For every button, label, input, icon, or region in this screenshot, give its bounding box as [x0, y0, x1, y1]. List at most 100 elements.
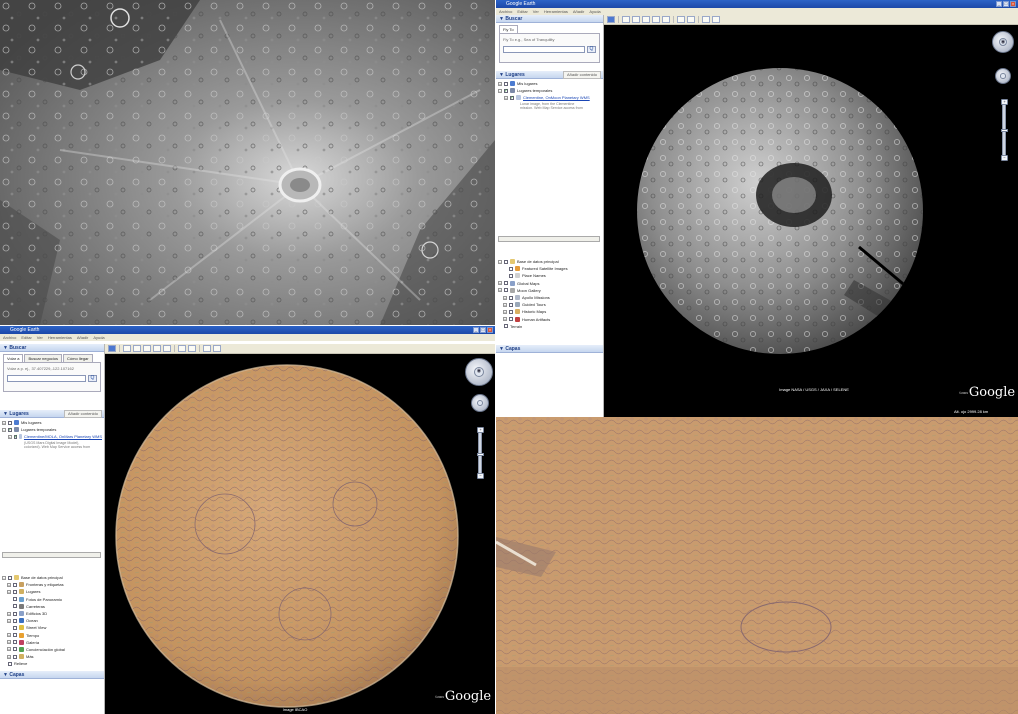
places-item[interactable]: − Lugares temporales	[2, 426, 102, 434]
layer-item[interactable]: + Fronteras y etiquetas	[2, 581, 103, 588]
checkbox[interactable]	[504, 281, 508, 286]
menu-anadir[interactable]: Añadir	[573, 8, 585, 15]
menu-archivo[interactable]: Archivo	[499, 8, 512, 15]
email-icon[interactable]	[203, 345, 211, 352]
checkbox[interactable]	[13, 589, 17, 594]
close-icon[interactable]: ×	[1010, 1, 1016, 7]
close-icon[interactable]: ×	[487, 327, 493, 333]
checkbox[interactable]	[509, 309, 513, 314]
sidebar-scrollbar[interactable]	[2, 552, 101, 558]
layer-item[interactable]: + Edificios 3D	[2, 610, 103, 617]
layer-item[interactable]: + Apollo Missions	[498, 294, 602, 301]
layer-item[interactable]: + Concienciación global	[2, 646, 103, 653]
expand-icon[interactable]: +	[7, 633, 11, 638]
zoom-slider[interactable]: + −	[477, 427, 484, 479]
placemark-icon[interactable]	[123, 345, 131, 352]
layer-item[interactable]: + Tiempo	[2, 632, 103, 639]
checkbox[interactable]	[13, 597, 17, 602]
checkbox[interactable]	[509, 273, 513, 278]
layer-item[interactable]: + Global Maps	[498, 280, 602, 287]
search-section-header[interactable]: ▼ Buscar	[0, 344, 104, 352]
expand-icon[interactable]: +	[7, 589, 11, 594]
wms-link[interactable]: Clementine, OnMoon Planetary WMS	[523, 94, 590, 101]
planet-icon[interactable]	[677, 16, 685, 23]
window-left-titlebar[interactable]: Google Earth _ □ ×	[0, 326, 495, 334]
ruler-icon[interactable]	[188, 345, 196, 352]
checkbox[interactable]	[509, 302, 513, 307]
search-section-header[interactable]: ▼ Buscar	[496, 15, 603, 23]
expand-icon[interactable]: +	[7, 647, 11, 652]
zoom-in-icon[interactable]: +	[477, 427, 484, 433]
layer-item[interactable]: Terrain	[498, 323, 602, 330]
places-item[interactable]: + Mis lugares	[498, 80, 601, 87]
menu-ver[interactable]: Ver	[533, 8, 539, 15]
layer-item[interactable]: + Guided Tours	[498, 301, 602, 308]
layers-section-header[interactable]: ▼ Capas	[0, 670, 104, 679]
checkbox[interactable]	[8, 420, 12, 425]
checkbox[interactable]	[13, 625, 17, 630]
checkbox[interactable]	[13, 647, 17, 652]
places-item[interactable]: + Clementine/MOLA, OnMars Planetary WMS	[2, 433, 102, 441]
checkbox[interactable]	[13, 434, 18, 441]
expand-icon[interactable]: +	[498, 81, 502, 86]
expand-icon[interactable]: +	[504, 95, 508, 100]
expand-icon[interactable]: +	[7, 654, 11, 659]
expand-icon[interactable]: +	[7, 582, 11, 587]
add-content-button[interactable]: Añadir contenido	[63, 410, 102, 418]
tab-volar-a[interactable]: Volar a	[3, 354, 24, 362]
places-section-header[interactable]: ▼ Lugares Añadir contenido	[496, 71, 603, 79]
checkbox[interactable]	[509, 266, 513, 271]
wms-link[interactable]: Clementine/MOLA, OnMars Planetary WMS	[24, 433, 102, 440]
checkbox[interactable]	[504, 259, 508, 264]
expand-icon[interactable]: +	[7, 640, 11, 645]
search-icon[interactable]: Q	[88, 375, 97, 382]
layer-item[interactable]: + Human Artifacts	[498, 316, 602, 323]
expand-icon[interactable]: +	[498, 288, 502, 293]
checkbox[interactable]	[8, 427, 12, 434]
expand-icon[interactable]: +	[498, 281, 502, 286]
menu-ayuda[interactable]: Ayuda	[93, 334, 104, 341]
zoom-slider-knob[interactable]	[477, 453, 484, 456]
path-icon[interactable]	[143, 345, 151, 352]
checkbox[interactable]	[509, 295, 513, 300]
expand-icon[interactable]: +	[503, 317, 507, 322]
places-section-header[interactable]: ▼ Lugares Añadir contenido	[0, 410, 104, 418]
layer-item[interactable]: − Base de datos principal	[498, 258, 602, 265]
layer-item[interactable]: − Base de datos principal	[2, 574, 103, 581]
checkbox[interactable]	[13, 611, 17, 616]
navigation-look-control[interactable]: ◉	[992, 31, 1014, 53]
overlay-icon[interactable]	[153, 345, 161, 352]
menu-ver[interactable]: Ver	[37, 334, 43, 341]
menu-archivo[interactable]: Archivo	[3, 334, 16, 341]
maximize-icon[interactable]: □	[1003, 1, 1009, 7]
menu-herramientas[interactable]: Herramientas	[544, 8, 568, 15]
polygon-icon[interactable]	[632, 16, 640, 23]
checkbox[interactable]	[510, 95, 514, 102]
search-input[interactable]	[7, 375, 86, 382]
navigation-look-control[interactable]: ◉	[465, 358, 493, 386]
layer-item[interactable]: Relieve	[2, 660, 103, 667]
zoom-slider[interactable]: + −	[1001, 99, 1008, 161]
expand-icon[interactable]: +	[503, 309, 507, 314]
layer-item[interactable]: Carreteras	[2, 603, 103, 610]
search-icon[interactable]: Q	[587, 46, 596, 53]
expand-icon[interactable]: +	[7, 618, 11, 623]
layer-item[interactable]: + Moon Gallery	[498, 287, 602, 294]
expand-icon[interactable]: +	[8, 434, 12, 439]
minimize-icon[interactable]: _	[473, 327, 479, 333]
expand-icon[interactable]: +	[7, 611, 11, 616]
path-icon[interactable]	[642, 16, 650, 23]
checkbox[interactable]	[13, 618, 17, 623]
checkbox[interactable]	[13, 640, 17, 645]
print-icon[interactable]	[213, 345, 221, 352]
expand-icon[interactable]: +	[503, 302, 507, 307]
checkbox[interactable]	[504, 88, 508, 95]
zoom-out-icon[interactable]: −	[477, 473, 484, 479]
layer-item[interactable]: Place Names	[498, 272, 602, 279]
navigation-move-control[interactable]	[471, 394, 489, 412]
add-content-button[interactable]: Añadir contenido	[562, 71, 601, 79]
planet-icon[interactable]	[178, 345, 186, 352]
menu-editar[interactable]: Editar	[21, 334, 31, 341]
layers-section-header[interactable]: ▼ Capas	[496, 344, 603, 353]
menu-ayuda[interactable]: Ayuda	[589, 8, 600, 15]
